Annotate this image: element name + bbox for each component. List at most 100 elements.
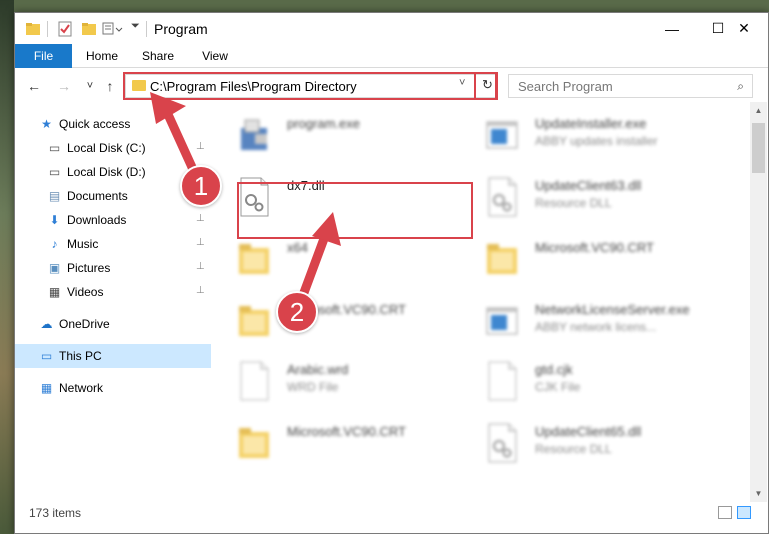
- status-bar: 173 items: [15, 502, 768, 524]
- tab-share[interactable]: Share: [135, 44, 181, 68]
- search-box[interactable]: Search Program ⌕: [508, 74, 753, 98]
- desktop-background: [0, 0, 14, 534]
- file-item[interactable]: Microsoft.VC90.CRT: [237, 296, 477, 352]
- pictures-icon: ▣: [48, 261, 61, 275]
- pin-icon: ⊥: [196, 285, 205, 296]
- videos-icon: ▦: [48, 285, 61, 299]
- close-button[interactable]: ✕: [720, 13, 768, 44]
- download-icon: ⬇: [49, 213, 60, 227]
- customize-quick-access-chevron-icon[interactable]: ⏷: [131, 20, 140, 33]
- application-icon: [237, 114, 271, 156]
- large-icons-view-button[interactable]: [737, 506, 751, 519]
- file-name: NetworkLicenseServer.exe: [535, 302, 690, 317]
- file-item[interactable]: program.exe: [237, 110, 477, 166]
- step-1-badge: 1: [180, 165, 222, 207]
- pin-icon: ⊥: [196, 261, 205, 272]
- scroll-up-arrow-icon[interactable]: ▲: [750, 102, 767, 119]
- folder-icon: [485, 238, 519, 280]
- up-button[interactable]: ↑: [101, 77, 119, 95]
- sidebar-item[interactable]: ★ Quick access: [15, 112, 211, 136]
- view-options-icon[interactable]: [102, 21, 124, 37]
- sidebar-item-label: Quick access: [59, 117, 131, 131]
- sidebar-item[interactable]: ▦ Videos ⊥: [15, 280, 211, 304]
- sidebar-item-label: Music: [67, 237, 99, 251]
- sidebar-item[interactable]: ⬇ Downloads ⊥: [15, 208, 211, 232]
- file-item[interactable]: Microsoft.VC90.CRT: [237, 418, 477, 474]
- application-icon: [485, 114, 519, 156]
- sidebar-item[interactable]: ▦ Network: [15, 376, 211, 400]
- pin-icon: ⊥: [196, 237, 205, 248]
- file-name: x64: [287, 240, 308, 255]
- file-type: Resource DLL: [535, 442, 612, 456]
- sidebar-item[interactable]: ☁ OneDrive: [15, 312, 211, 336]
- file-icon: [485, 360, 519, 402]
- close-icon: ✕: [738, 20, 750, 36]
- sidebar-item-label: Network: [59, 381, 104, 395]
- file-name: UpdateClient65.dll: [535, 424, 642, 439]
- navigation-pane: ★ Quick access ▭ Local Disk (C:) ⊥ ▭ Local Dis…: [15, 102, 211, 502]
- file-name: gtd.cjk: [535, 362, 573, 377]
- window-title: Program: [154, 21, 208, 37]
- pin-icon: ⊥: [196, 141, 205, 152]
- folder-icon: [237, 238, 271, 280]
- sidebar-item[interactable]: ♪ Music ⊥: [15, 232, 211, 256]
- computer-icon: ▭: [40, 349, 53, 363]
- file-type: WRD File: [287, 380, 339, 394]
- sidebar-item[interactable]: ▣ Pictures ⊥: [15, 256, 211, 280]
- network-icon: ▦: [40, 381, 53, 395]
- file-item[interactable]: NetworkLicenseServer.exe ABBY network lic…: [485, 296, 725, 352]
- star-icon: ★: [41, 117, 52, 131]
- sidebar-item[interactable]: ▭ Local Disk (C:) ⊥: [15, 136, 211, 160]
- vertical-scrollbar[interactable]: ▲ ▼: [750, 102, 767, 502]
- file-type: Resource DLL: [535, 196, 612, 210]
- search-input[interactable]: Search Program: [518, 79, 613, 94]
- file-type: ABBY network licens...: [535, 320, 657, 334]
- file-type: ABBY updates installer: [535, 134, 658, 148]
- file-highlight-box: [237, 182, 473, 239]
- file-item[interactable]: Arabic.wrd WRD File: [237, 356, 477, 412]
- sidebar-item-label: Videos: [67, 285, 104, 299]
- file-item[interactable]: UpdateClient65.dll Resource DLL: [485, 418, 725, 474]
- search-icon: ⌕: [737, 79, 744, 93]
- sidebar-item-label: Downloads: [67, 213, 127, 227]
- minimize-button[interactable]: —: [649, 13, 695, 44]
- scroll-down-arrow-icon[interactable]: ▼: [750, 485, 767, 502]
- sidebar-item-label: Pictures: [67, 261, 111, 275]
- step-2-badge: 2: [276, 291, 318, 333]
- file-name: program.exe: [287, 116, 360, 131]
- details-view-button[interactable]: [718, 506, 732, 519]
- cloud-icon: ☁: [40, 317, 53, 331]
- ribbon-tabs: File Home Share View: [15, 44, 768, 68]
- new-folder-icon[interactable]: [81, 21, 97, 37]
- properties-icon[interactable]: [57, 21, 73, 37]
- file-name: Microsoft.VC90.CRT: [287, 424, 406, 439]
- sidebar-item-label: Documents: [67, 189, 128, 203]
- file-name: UpdateClient63.dll: [535, 178, 642, 193]
- recent-locations-button[interactable]: ˅: [81, 77, 99, 95]
- dll-file-icon: [485, 422, 519, 464]
- tab-view[interactable]: View: [193, 44, 237, 68]
- file-item[interactable]: UpdateInstaller.exe ABBY updates installe…: [485, 110, 725, 166]
- pin-icon: ⊥: [196, 213, 205, 224]
- sidebar-item[interactable]: ▭ This PC: [15, 344, 211, 368]
- forward-button[interactable]: →: [55, 77, 73, 95]
- music-icon: ♪: [51, 237, 58, 251]
- sidebar-item-label: Local Disk (D:): [67, 165, 146, 179]
- folder-icon: [26, 23, 40, 35]
- file-item[interactable]: UpdateClient63.dll Resource DLL: [485, 172, 725, 228]
- application-icon: [485, 300, 519, 342]
- address-highlight-box: [123, 72, 497, 100]
- file-icon: [237, 360, 271, 402]
- navigation-bar: ← → ˅ ↑ C:\Program Files\Program Directo…: [15, 69, 768, 102]
- file-item[interactable]: gtd.cjk CJK File: [485, 356, 725, 412]
- file-item[interactable]: Microsoft.VC90.CRT: [485, 234, 725, 290]
- back-button[interactable]: ←: [25, 77, 43, 95]
- file-item[interactable]: x64: [237, 234, 477, 290]
- file-name: Microsoft.VC90.CRT: [535, 240, 654, 255]
- title-bar: ⏷ Program — ☐ ✕: [15, 13, 768, 44]
- sidebar-item-label: OneDrive: [59, 317, 110, 331]
- scroll-thumb[interactable]: [752, 123, 765, 173]
- tab-file[interactable]: File: [15, 44, 72, 68]
- tab-home[interactable]: Home: [79, 44, 125, 68]
- file-name: UpdateInstaller.exe: [535, 116, 647, 131]
